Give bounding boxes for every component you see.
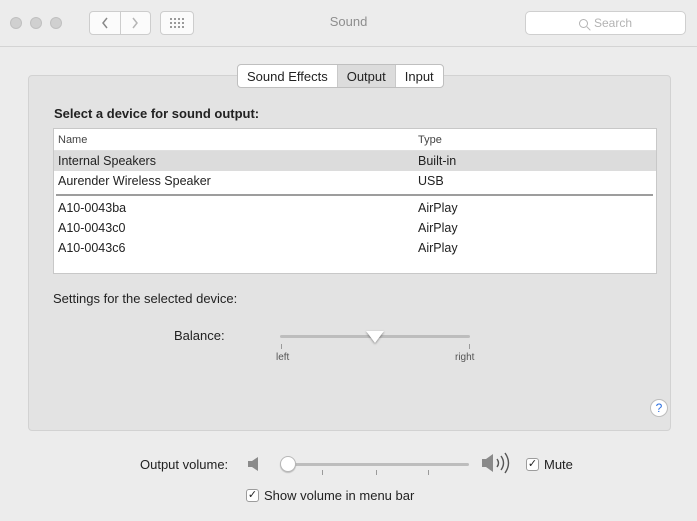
balance-tick-right bbox=[469, 344, 470, 349]
speaker-high-icon[interactable] bbox=[481, 452, 515, 474]
output-volume-label: Output volume: bbox=[140, 457, 229, 472]
device-type: AirPlay bbox=[418, 241, 458, 255]
tab-sound-effects[interactable]: Sound Effects bbox=[238, 65, 337, 87]
volume-slider-thumb[interactable] bbox=[279, 456, 296, 472]
mute-checkbox[interactable]: ✓ bbox=[526, 458, 539, 471]
balance-right-label: right bbox=[455, 352, 475, 363]
title-bar: Sound Search bbox=[0, 0, 697, 47]
balance-label: Balance: bbox=[174, 328, 225, 343]
device-table: Name Type Internal Speakers Built-in Aur… bbox=[53, 128, 657, 274]
table-header: Name Type bbox=[54, 129, 656, 151]
mute-label: Mute bbox=[544, 457, 573, 472]
device-name: A10-0043ba bbox=[58, 201, 127, 215]
device-type: AirPlay bbox=[418, 201, 458, 215]
device-row-a10-0043c6[interactable]: A10-0043c6 AirPlay bbox=[54, 238, 656, 258]
device-name: A10-0043c0 bbox=[58, 221, 126, 235]
help-button[interactable]: ? bbox=[650, 399, 668, 417]
checkmark-icon: ✓ bbox=[527, 458, 538, 470]
device-group-divider bbox=[54, 191, 656, 198]
search-field[interactable]: Search bbox=[525, 11, 686, 35]
tab-input[interactable]: Input bbox=[394, 65, 443, 87]
device-row-aurender[interactable]: Aurender Wireless Speaker USB bbox=[54, 171, 656, 191]
checkmark-icon: ✓ bbox=[247, 489, 258, 501]
tab-output[interactable]: Output bbox=[336, 65, 395, 87]
volume-slider-track[interactable] bbox=[282, 463, 469, 466]
device-name: Aurender Wireless Speaker bbox=[58, 174, 211, 188]
speaker-low-icon[interactable] bbox=[247, 456, 261, 472]
column-header-name[interactable]: Name bbox=[58, 134, 87, 146]
device-name: Internal Speakers bbox=[58, 154, 156, 168]
device-type: USB bbox=[418, 174, 444, 188]
column-header-type[interactable]: Type bbox=[418, 134, 442, 146]
show-volume-label: Show volume in menu bar bbox=[264, 488, 415, 503]
device-row-a10-0043c0[interactable]: A10-0043c0 AirPlay bbox=[54, 218, 656, 238]
device-list-heading: Select a device for sound output: bbox=[54, 106, 260, 121]
device-row-internal-speakers[interactable]: Internal Speakers Built-in bbox=[54, 151, 656, 171]
search-placeholder: Search bbox=[593, 16, 633, 30]
sound-preferences-window: Sound Search Sound Effects Output Input … bbox=[0, 0, 697, 521]
volume-tick bbox=[428, 470, 429, 475]
tab-bar: Sound Effects Output Input bbox=[237, 64, 444, 88]
volume-tick bbox=[322, 470, 323, 475]
device-name: A10-0043c6 bbox=[58, 241, 126, 255]
device-type: AirPlay bbox=[418, 221, 458, 235]
balance-left-label: left bbox=[276, 352, 290, 363]
show-volume-checkbox[interactable]: ✓ bbox=[246, 489, 259, 502]
settings-label: Settings for the selected device: bbox=[53, 291, 238, 306]
volume-tick bbox=[376, 470, 377, 475]
device-type: Built-in bbox=[418, 154, 457, 168]
search-icon bbox=[578, 18, 588, 28]
balance-slider-thumb[interactable] bbox=[366, 331, 384, 343]
balance-tick-left bbox=[281, 344, 282, 349]
device-row-a10-0043ba[interactable]: A10-0043ba AirPlay bbox=[54, 198, 656, 218]
